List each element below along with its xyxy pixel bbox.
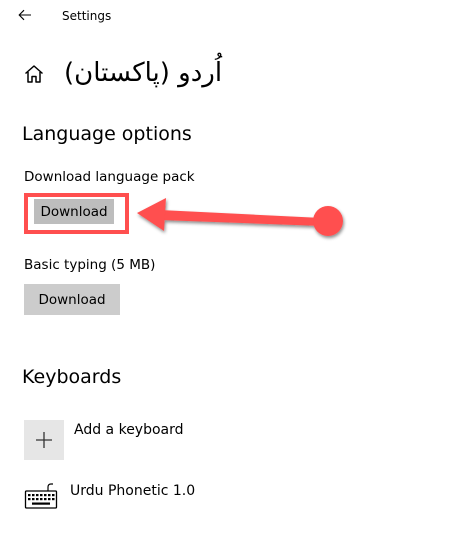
- settings-page: Settings اُردو (پاکستان) Language option…: [0, 0, 468, 536]
- back-button[interactable]: [14, 4, 36, 26]
- home-button[interactable]: [22, 62, 46, 86]
- back-arrow-icon: [18, 9, 31, 21]
- keyboard-item-label: Urdu Phonetic 1.0: [70, 483, 196, 499]
- keyboard-item-urdu-phonetic[interactable]: Urdu Phonetic 1.0: [24, 480, 244, 512]
- download-language-pack-button[interactable]: Download: [34, 199, 114, 224]
- home-icon: [25, 65, 43, 83]
- add-keyboard-button[interactable]: Add a keyboard: [24, 418, 224, 460]
- basic-typing-label: Basic typing (5 MB): [24, 257, 156, 273]
- plus-icon: [36, 432, 52, 448]
- add-keyboard-tile: [24, 420, 64, 460]
- add-keyboard-label: Add a keyboard: [74, 422, 184, 438]
- window-title: Settings: [62, 9, 112, 23]
- language-options-heading: Language options: [22, 123, 192, 145]
- keyboards-heading: Keyboards: [22, 366, 122, 388]
- download-basic-typing-button[interactable]: Download: [24, 284, 120, 315]
- keyboard-icon: [24, 483, 58, 509]
- language-pack-label: Download language pack: [24, 169, 195, 185]
- page-title: اُردو (پاکستان): [64, 58, 223, 88]
